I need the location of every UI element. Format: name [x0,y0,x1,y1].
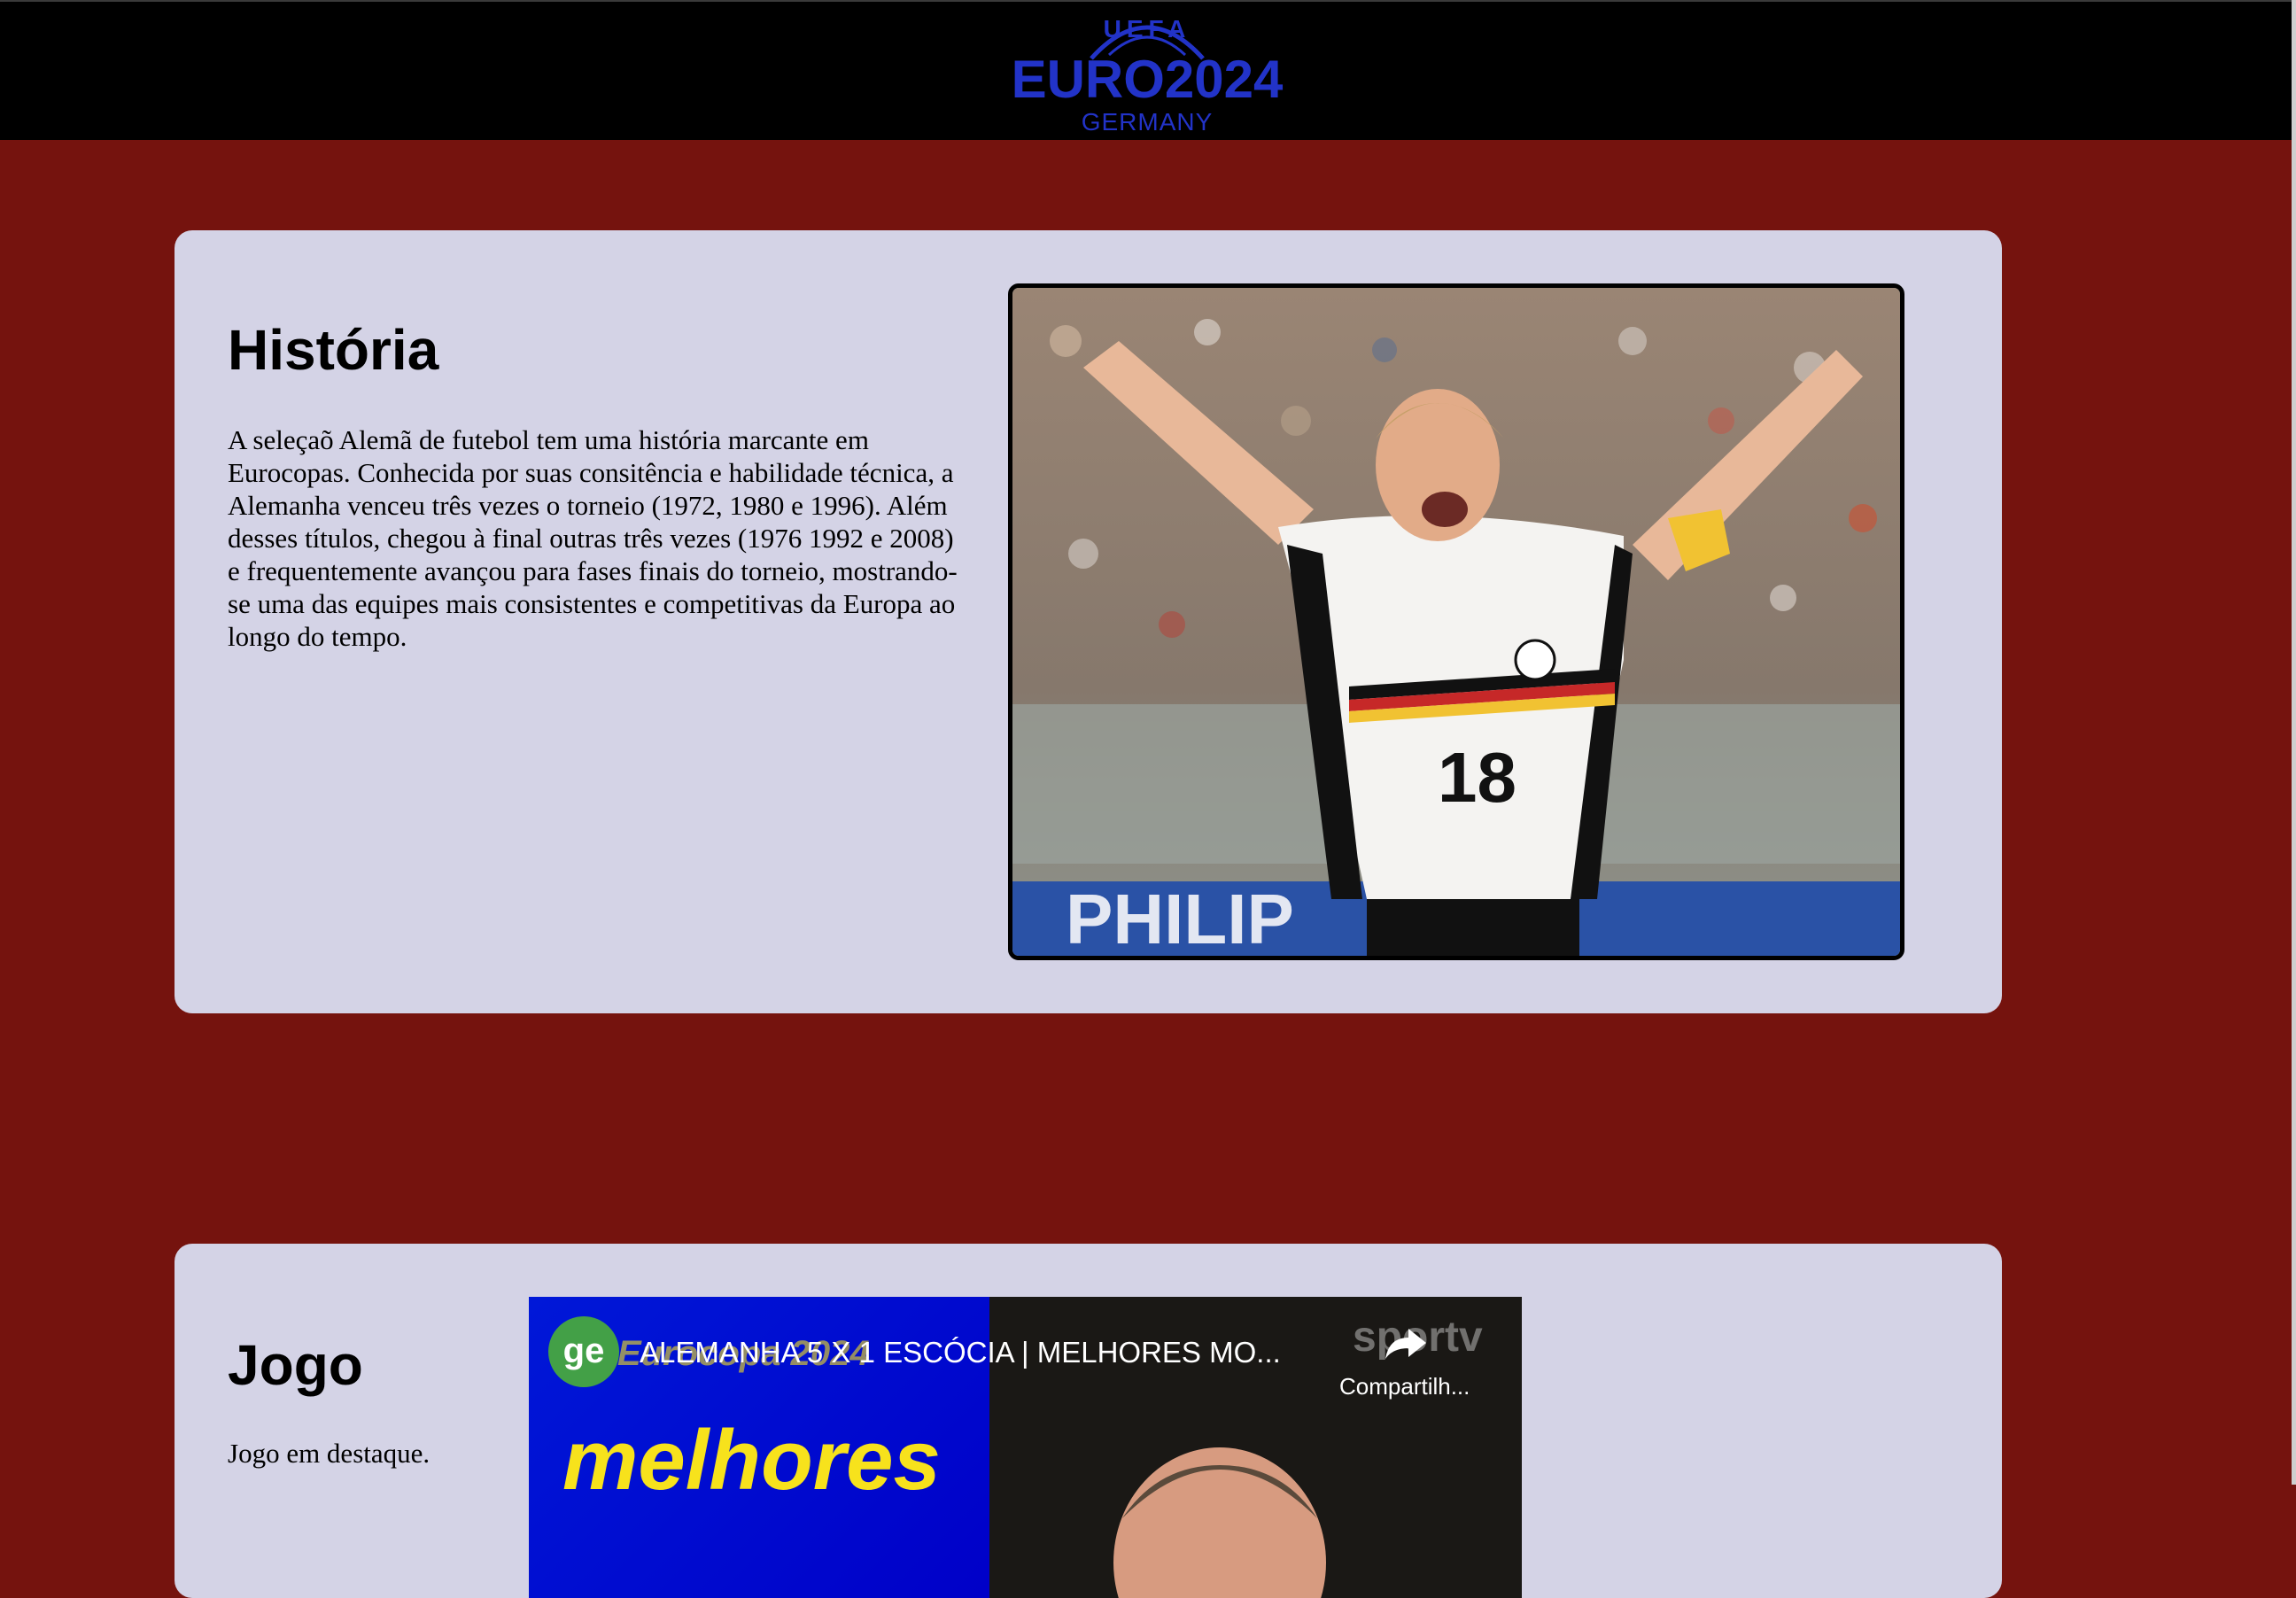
share-icon[interactable] [1384,1325,1428,1361]
logo-euro2024-text: EURO2024 [1012,50,1284,109]
youtube-video-embed[interactable]: Eurocopa 2024 melhores sportv ge ALEMANH… [529,1297,1522,1598]
celebrating-player-image: PHILIP 18 [1012,288,1900,956]
game-title: Jogo [228,1333,363,1397]
game-paragraph: Jogo em destaque. [228,1438,430,1469]
site-header: UEFA EURO2024 GERMANY [0,0,2296,140]
game-section: Jogo Jogo em destaque. Eurocopa 2024 mel… [175,1244,2002,1598]
page-scrollbar[interactable] [2292,0,2296,1485]
jersey-number-text: 18 [1438,738,1516,817]
ge-channel-avatar[interactable]: ge [548,1316,619,1387]
history-title: História [228,318,439,382]
share-button-label[interactable]: Compartilh... [1339,1373,1470,1400]
history-photo: PHILIP 18 [1008,283,1904,960]
logo-germany-text: GERMANY [1082,108,1214,136]
history-paragraph: A seleçaõ Alemã de futebol tem uma histó… [228,424,958,652]
euro2024-logo[interactable]: UEFA EURO2024 GERMANY [1010,4,1284,136]
logo-uefa-text: UEFA [1104,15,1191,43]
history-section: História A seleçaõ Alemã de futebol tem … [175,230,2002,1013]
video-thumbnail-headline: melhores [562,1413,941,1508]
stadium-banner-text: PHILIP [1066,880,1294,956]
video-title-link[interactable]: ALEMANHA 5 X 1 ESCÓCIA | MELHORES MO... [640,1336,1281,1369]
